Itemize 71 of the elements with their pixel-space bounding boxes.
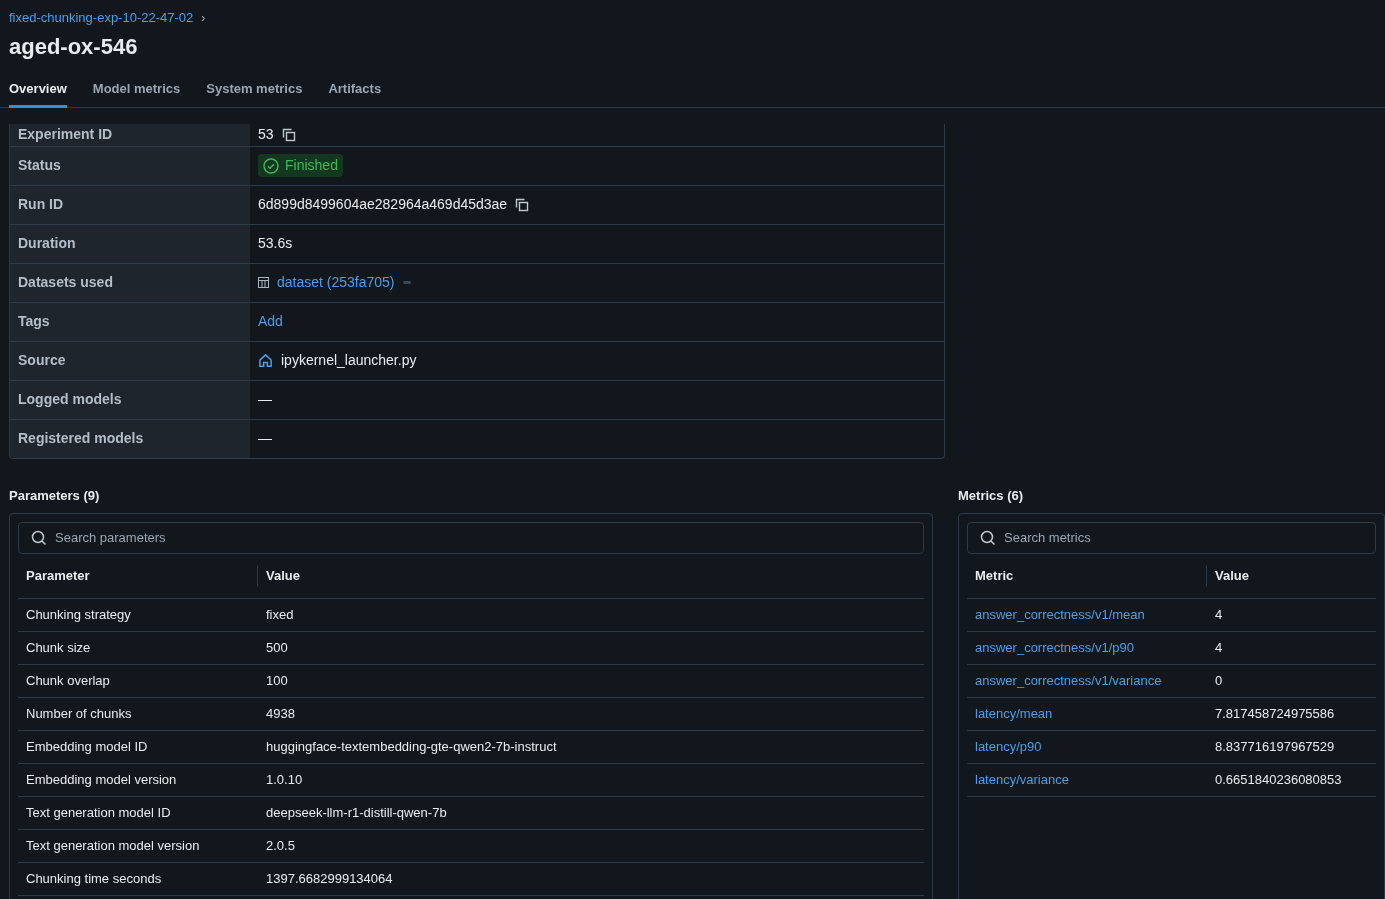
detail-value: — (258, 429, 272, 448)
table-cell-text: 1.0.10 (265, 770, 304, 789)
detail-value: 53.6s (258, 234, 293, 253)
table-cell-text: Chunk size (25, 638, 92, 657)
table-cell-text: Embedding model version (25, 770, 178, 789)
tab[interactable]: Model metrics (92, 79, 181, 108)
tab[interactable]: System metrics (206, 79, 303, 108)
breadcrumb-link[interactable]: fixed-chunking-exp-10-22-47-02 (9, 8, 194, 28)
detail-label: Logged models (10, 380, 250, 419)
search-icon (31, 529, 47, 546)
breadcrumb-separator: › (201, 10, 206, 27)
table-cell-text: Chunk overlap (25, 671, 111, 690)
metric-link[interactable]: latency/variance (967, 769, 1207, 790)
detail-label: Duration (10, 224, 250, 263)
detail-label: Run ID (10, 185, 250, 224)
table-cell-text: Text generation model ID (25, 803, 172, 822)
detail-value: 6d899d8499604ae282964a469d45d3ae (258, 195, 508, 214)
metric-link[interactable]: latency/p90 (967, 736, 1207, 757)
column-header: Metric (967, 565, 1207, 586)
metric-link[interactable]: answer_correctness/v1/mean (967, 604, 1207, 625)
table-cell-text: Chunking time seconds (25, 869, 163, 888)
home-icon (258, 353, 273, 368)
detail-label: Registered models (10, 419, 250, 458)
table-cell-text: fixed (265, 605, 295, 624)
table-cell-text: deepseek-llm-r1-distill-qwen-7b (265, 803, 448, 822)
table-cell-text: Chunking strategy (25, 605, 132, 624)
detail-label: Tags (10, 302, 250, 341)
dataset-tag (402, 281, 411, 284)
metric-link[interactable]: latency/mean (967, 703, 1207, 724)
tab[interactable]: Overview (9, 79, 67, 108)
search-field[interactable]: Search parameters (18, 521, 924, 554)
run-title: aged-ox-546 (9, 33, 139, 61)
table-icon (258, 277, 269, 288)
metric-link[interactable]: answer_correctness/v1/variance (967, 670, 1207, 691)
status-badge: Finished (258, 154, 343, 177)
table-cell-text: Number of chunks (25, 704, 133, 723)
table-cell-text: 2.0.5 (265, 836, 296, 855)
detail-label: Experiment ID (10, 123, 250, 146)
detail-value: — (258, 390, 272, 409)
table-cell-text: 4938 (265, 704, 296, 723)
detail-label: Datasets used (10, 263, 250, 302)
copy-icon[interactable] (515, 197, 530, 212)
metric-link[interactable]: answer_correctness/v1/p90 (967, 637, 1207, 658)
search-icon (980, 529, 996, 546)
table-cell-text: 7.817458724975586 (1214, 704, 1336, 723)
add-tag-link[interactable]: Add (258, 311, 283, 332)
table-cell-text: 8.837716197967529 (1214, 737, 1336, 756)
column-header: Value (1214, 566, 1250, 585)
table-cell-text: 0.6651840236080853 (1214, 770, 1343, 789)
table-cell-text: 500 (265, 638, 289, 657)
section-title: Metrics (6) (958, 486, 1025, 503)
search-field[interactable]: Search metrics (967, 521, 1376, 554)
table-cell-text: Embedding model ID (25, 737, 149, 756)
table-cell-text: 100 (265, 671, 289, 690)
tab[interactable]: Artifacts (328, 79, 382, 108)
detail-label: Status (10, 146, 250, 185)
table-cell-text: huggingface-textembedding-gte-qwen2-7b-instruct (265, 737, 558, 756)
table-cell-text: 4 (1214, 605, 1224, 624)
table-cell-text: Text generation model version (25, 836, 201, 855)
column-header: Value (265, 566, 301, 585)
table-cell-text: 0 (1214, 671, 1224, 690)
source-file: ipykernel_launcher.py (281, 351, 417, 370)
copy-icon[interactable] (281, 127, 296, 142)
detail-label: Source (10, 341, 250, 380)
detail-value: 53 (258, 125, 274, 144)
table-cell-text: 1397.6682999134064 (265, 869, 394, 888)
check-circle-icon (263, 157, 279, 174)
table-cell-text: 4 (1214, 638, 1224, 657)
column-header: Parameter (18, 565, 258, 586)
section-title: Parameters (9) (9, 486, 101, 503)
dataset-link[interactable]: dataset (253fa705) (277, 272, 395, 293)
